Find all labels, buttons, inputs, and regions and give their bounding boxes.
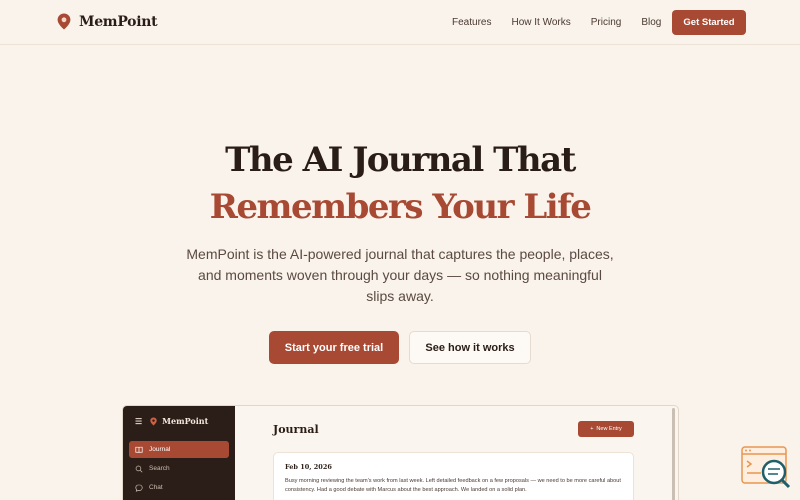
nav-link-blog[interactable]: Blog (641, 17, 661, 28)
new-entry-button[interactable]: + New Entry (578, 421, 634, 437)
help-widget[interactable] (741, 446, 791, 490)
new-entry-label: New Entry (596, 426, 622, 432)
hero-title-line1: The AI Journal That (225, 140, 576, 180)
chat-icon (135, 483, 143, 492)
top-nav: MemPoint Features How It Works Pricing B… (0, 0, 800, 45)
entry-date: Feb 10, 2026 (285, 463, 332, 471)
sidebar-item-search[interactable]: Search (129, 460, 229, 477)
nav-link-how-it-works[interactable]: How It Works (511, 17, 570, 28)
preview-brand-name: MemPoint (162, 416, 209, 426)
search-chat-icon (741, 446, 791, 489)
app-preview: ☰ MemPoint Journal Search Chat Journal +… (122, 405, 679, 500)
preview-page-title: Journal (273, 423, 319, 436)
nav-link-pricing[interactable]: Pricing (591, 17, 622, 28)
sidebar-item-label: Journal (149, 446, 171, 453)
plus-icon: + (590, 426, 594, 432)
preview-brand: ☰ MemPoint (135, 416, 208, 426)
book-icon (135, 446, 143, 453)
hero-subtitle: MemPoint is the AI-powered journal that … (186, 246, 614, 304)
start-free-trial-button[interactable]: Start your free trial (269, 331, 399, 364)
nav-link-features[interactable]: Features (452, 17, 491, 28)
entry-text: Busy morning reviewing the team's work f… (285, 478, 621, 493)
search-icon (135, 465, 143, 472)
sidebar-item-label: Search (149, 465, 170, 472)
sidebar-item-chat[interactable]: Chat (129, 479, 229, 496)
sidebar-item-label: Chat (149, 484, 163, 491)
preview-sidebar: ☰ MemPoint Journal Search Chat (123, 406, 235, 500)
brand-logo[interactable]: MemPoint (57, 13, 158, 30)
preview-scrollbar[interactable] (672, 408, 675, 500)
brand-name: MemPoint (79, 13, 158, 30)
sidebar-item-journal[interactable]: Journal (129, 441, 229, 458)
menu-icon[interactable]: ☰ (135, 416, 142, 426)
see-how-it-works-button[interactable]: See how it works (409, 331, 531, 364)
journal-entry-card[interactable]: Feb 10, 2026 Busy morning reviewing the … (273, 452, 634, 500)
hero-title-line2: Remembers Your Life (209, 187, 592, 227)
map-pin-icon (57, 13, 71, 30)
get-started-button[interactable]: Get Started (672, 10, 746, 35)
map-pin-icon (150, 417, 157, 425)
nav-links: Features How It Works Pricing Blog (452, 17, 661, 28)
